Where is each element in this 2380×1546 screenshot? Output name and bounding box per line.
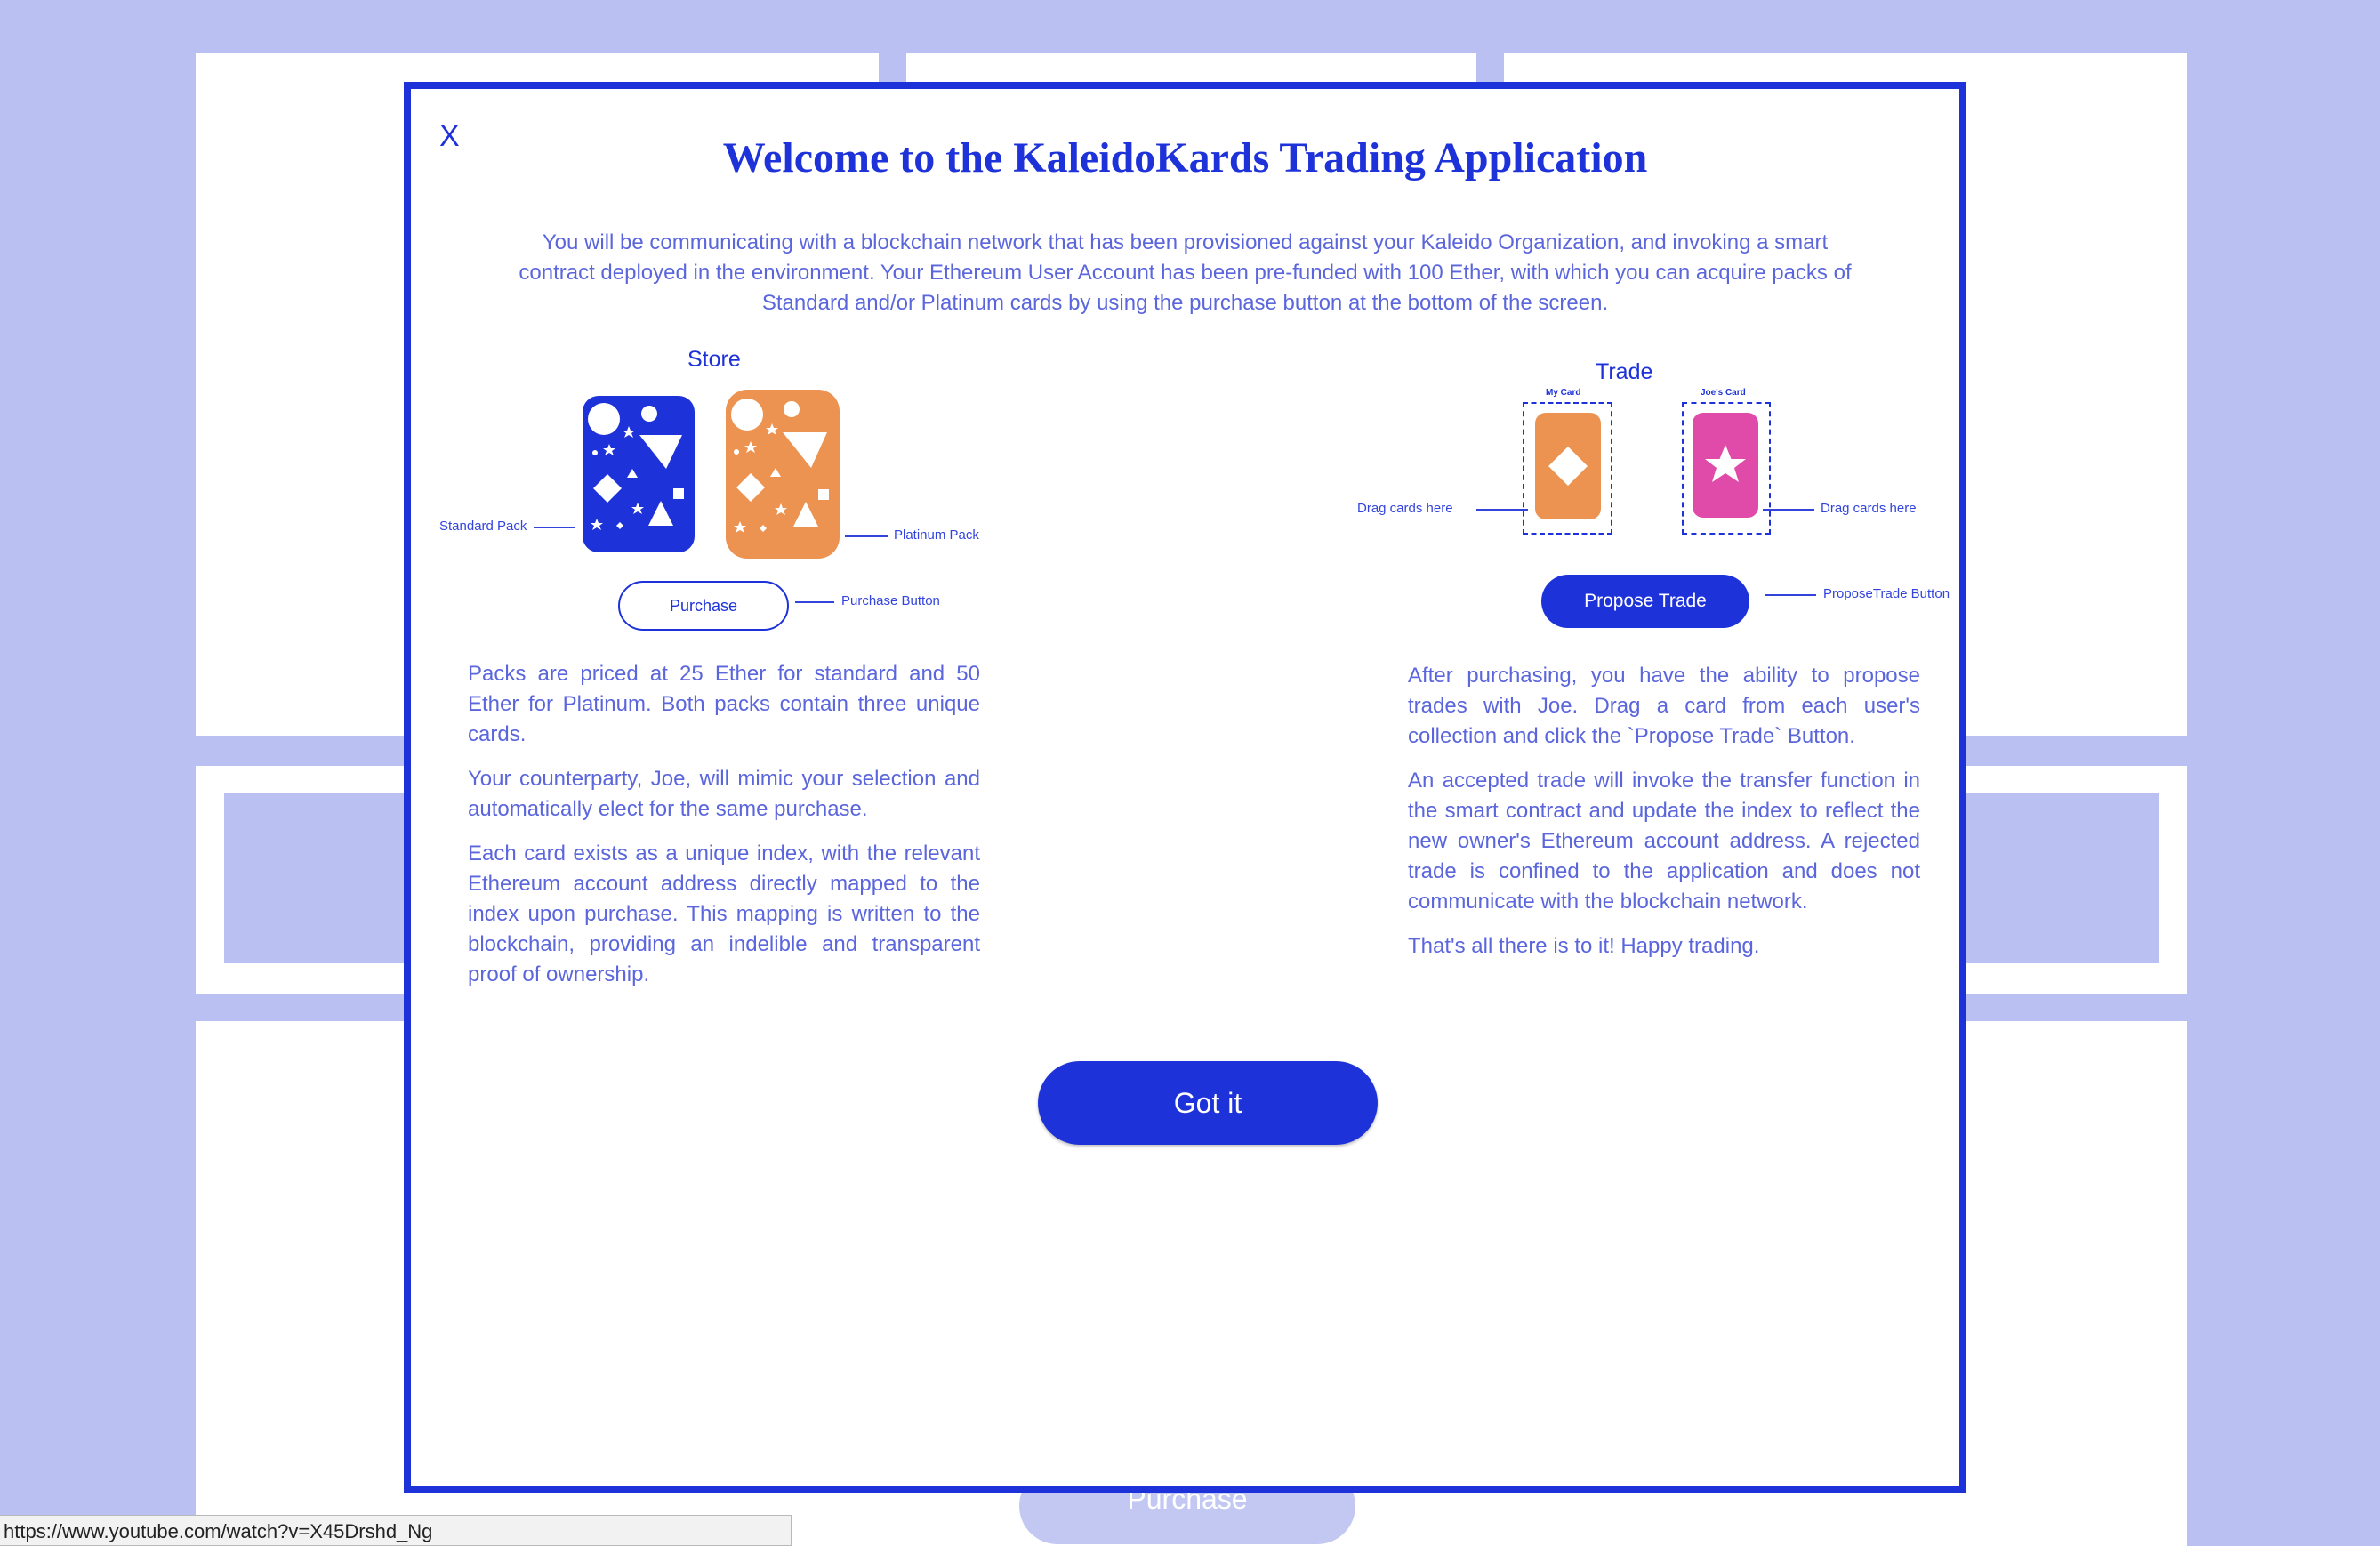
trade-title: Trade bbox=[1596, 359, 1653, 384]
drag-right-label: Drag cards here bbox=[1821, 501, 1917, 516]
my-card-label: My Card bbox=[1546, 388, 1581, 398]
trade-paragraph: That's all there is to it! Happy trading… bbox=[1408, 934, 1760, 958]
store-paragraph: Packs are priced at 25 Ether for standar… bbox=[468, 662, 980, 746]
purchase-button-connector bbox=[795, 601, 834, 603]
trade-paragraph: An accepted trade will invoke the transf… bbox=[1408, 769, 1920, 914]
diagram-propose-trade-button: Propose Trade bbox=[1541, 575, 1749, 628]
intro-text: You will be communicating with a blockch… bbox=[519, 230, 1852, 315]
welcome-modal: X Welcome to the KaleidoKards Trading Ap… bbox=[404, 82, 1966, 1493]
drag-left-label: Drag cards here bbox=[1357, 501, 1453, 516]
purchase-button-label: Purchase Button bbox=[841, 593, 940, 608]
store-title: Store bbox=[687, 347, 741, 372]
propose-button-connector bbox=[1765, 594, 1816, 596]
platinum-pack-label: Platinum Pack bbox=[894, 527, 979, 543]
trade-description: After purchasing, you have the ability t… bbox=[1408, 661, 1920, 976]
drag-left-connector bbox=[1476, 509, 1528, 511]
joes-card-label: Joe's Card bbox=[1701, 388, 1746, 398]
got-it-button[interactable]: Got it bbox=[1038, 1061, 1378, 1145]
store-paragraph: Each card exists as a unique index, with… bbox=[468, 841, 980, 986]
standard-pack-icon bbox=[583, 396, 695, 552]
store-description: Packs are priced at 25 Ether for standar… bbox=[468, 659, 980, 1004]
platinum-pack-icon bbox=[726, 390, 840, 559]
trade-paragraph: After purchasing, you have the ability t… bbox=[1408, 664, 1920, 748]
status-bar-url: https://www.youtube.com/watch?v=X45Drshd… bbox=[0, 1515, 792, 1546]
standard-pack-label: Standard Pack bbox=[439, 519, 527, 534]
joes-card bbox=[1693, 413, 1758, 518]
store-paragraph: Your counterparty, Joe, will mimic your … bbox=[468, 767, 980, 821]
drag-right-connector bbox=[1763, 509, 1814, 511]
diagram-purchase-button: Purchase bbox=[618, 581, 789, 631]
modal-title: Welcome to the KaleidoKards Trading Appl… bbox=[722, 134, 1648, 181]
standard-pack-connector bbox=[534, 527, 575, 528]
platinum-pack-connector bbox=[845, 535, 888, 537]
propose-button-label: ProposeTrade Button bbox=[1823, 586, 1950, 601]
my-card bbox=[1535, 413, 1601, 519]
